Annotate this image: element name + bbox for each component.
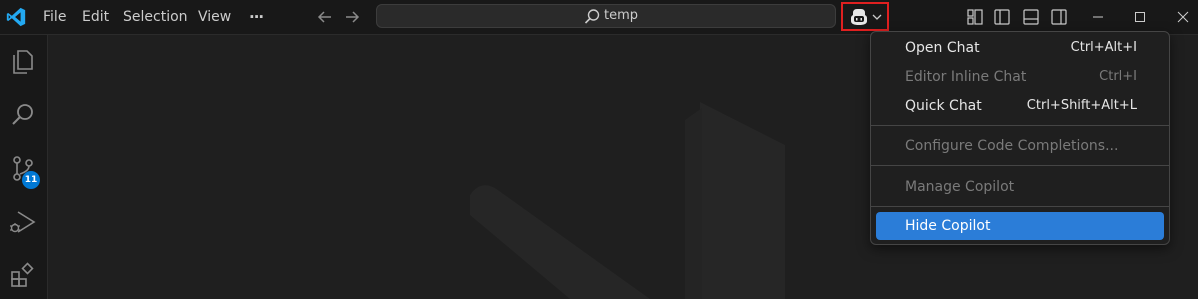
toggle-secondary-sidebar-icon[interactable]: [1050, 8, 1068, 26]
menu-item-shortcut: Ctrl+Shift+Alt+L: [1026, 98, 1137, 113]
back-arrow-icon[interactable]: [314, 5, 336, 29]
activity-bar: 11: [0, 35, 48, 299]
run-debug-icon[interactable]: [8, 207, 38, 237]
menu-view[interactable]: View: [198, 0, 231, 35]
copilot-button[interactable]: [841, 2, 889, 31]
forward-arrow-icon[interactable]: [341, 5, 363, 29]
search-icon: [584, 9, 600, 24]
menu-file[interactable]: File: [43, 0, 66, 35]
close-icon[interactable]: [1174, 8, 1192, 26]
menu-separator: [871, 206, 1169, 207]
menu-item-editor-inline-chat[interactable]: Editor Inline Chat Ctrl+I: [876, 63, 1164, 91]
menu-item-label: Configure Code Completions...: [905, 138, 1119, 154]
vscode-watermark-logo: [470, 102, 785, 299]
explorer-icon[interactable]: [8, 47, 38, 77]
menu-edit[interactable]: Edit: [82, 0, 109, 35]
minimize-icon[interactable]: [1089, 8, 1107, 26]
menu-item-shortcut: Ctrl+Alt+I: [1070, 40, 1137, 55]
menu-more[interactable]: ···: [249, 0, 264, 35]
toggle-panel-icon[interactable]: [1022, 8, 1040, 26]
extensions-icon[interactable]: [8, 260, 38, 290]
menu-item-quick-chat[interactable]: Quick Chat Ctrl+Shift+Alt+L: [876, 92, 1164, 120]
command-center-search[interactable]: temp: [376, 4, 836, 28]
menu-item-label: Quick Chat: [905, 98, 982, 114]
menu-separator: [871, 125, 1169, 126]
search-text: temp: [604, 8, 639, 23]
menu-item-label: Hide Copilot: [905, 218, 991, 234]
customize-layout-icon[interactable]: [966, 8, 984, 26]
source-control-badge: 11: [22, 171, 40, 189]
menu-item-label: Editor Inline Chat: [905, 69, 1027, 85]
menu-item-manage-copilot[interactable]: Manage Copilot: [876, 173, 1164, 201]
menu-item-hide-copilot[interactable]: Hide Copilot: [876, 212, 1164, 240]
menu-item-shortcut: Ctrl+I: [1099, 69, 1137, 84]
menu-separator: [871, 165, 1169, 166]
toggle-primary-sidebar-icon[interactable]: [993, 8, 1011, 26]
menu-item-open-chat[interactable]: Open Chat Ctrl+Alt+I: [876, 34, 1164, 62]
chevron-down-icon: [872, 14, 882, 20]
menu-item-label: Manage Copilot: [905, 179, 1015, 195]
vscode-logo-icon: [6, 7, 26, 27]
title-bar: File Edit Selection View ··· temp: [0, 0, 1198, 35]
copilot-dropdown-menu: Open Chat Ctrl+Alt+I Editor Inline Chat …: [870, 31, 1170, 245]
search-icon[interactable]: [8, 100, 38, 130]
menu-item-label: Open Chat: [905, 40, 980, 56]
menu-item-configure-code-completions[interactable]: Configure Code Completions...: [876, 132, 1164, 160]
maximize-icon[interactable]: [1131, 8, 1149, 26]
copilot-icon: [851, 9, 867, 25]
menu-selection[interactable]: Selection: [123, 0, 188, 35]
